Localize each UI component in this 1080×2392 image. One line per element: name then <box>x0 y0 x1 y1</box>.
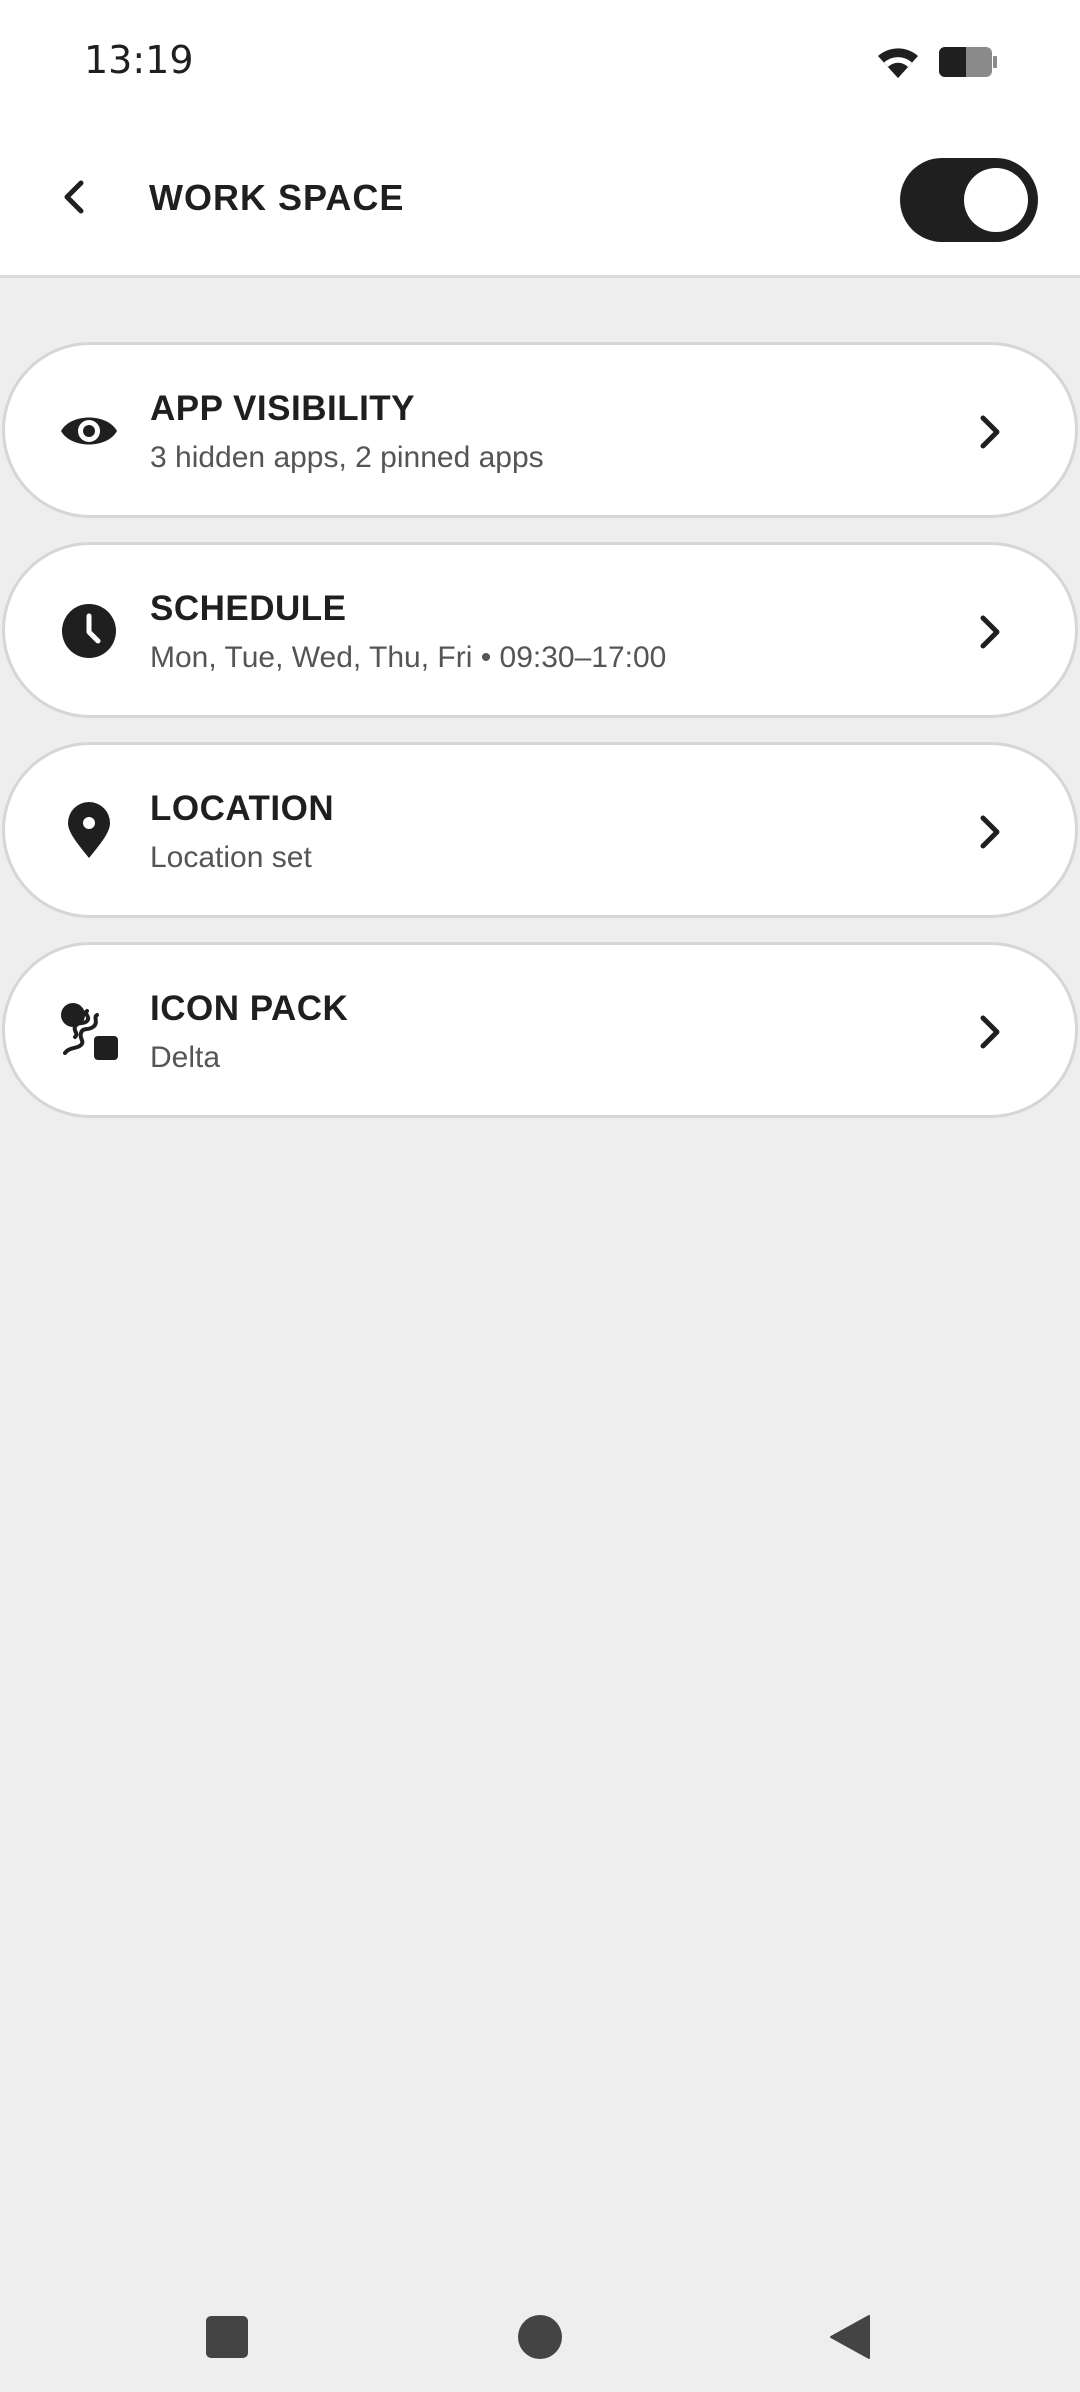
setting-location[interactable]: LOCATION Location set <box>2 742 1078 918</box>
location-pin-icon <box>57 799 121 863</box>
settings-list: APP VISIBILITY 3 hidden apps, 2 pinned a… <box>2 342 1078 1142</box>
triangle-back-icon <box>830 2315 870 2359</box>
back-button[interactable] <box>44 167 104 227</box>
setting-icon-pack[interactable]: ICON PACK Delta <box>2 942 1078 1118</box>
chevron-right-icon <box>965 807 1015 857</box>
eye-icon <box>57 399 121 463</box>
system-back-button[interactable] <box>815 2302 885 2372</box>
setting-title: SCHEDULE <box>150 589 347 628</box>
status-icons <box>876 44 998 85</box>
wifi-icon <box>876 44 920 85</box>
setting-subtitle: Delta <box>150 1041 221 1074</box>
workspace-toggle[interactable] <box>900 158 1038 242</box>
setting-subtitle: 3 hidden apps, 2 pinned apps <box>150 441 544 474</box>
clock-icon <box>57 599 121 663</box>
setting-title: ICON PACK <box>150 989 349 1028</box>
chevron-right-icon <box>965 607 1015 657</box>
page-title: WORK SPACE <box>149 177 405 218</box>
circle-icon <box>518 2315 562 2359</box>
setting-subtitle: Location set <box>150 841 312 874</box>
setting-app-visibility[interactable]: APP VISIBILITY 3 hidden apps, 2 pinned a… <box>2 342 1078 518</box>
setting-subtitle: Mon, Tue, Wed, Thu, Fri • 09:30–17:00 <box>150 641 667 674</box>
setting-title: LOCATION <box>150 789 335 828</box>
toggle-knob <box>964 168 1028 232</box>
recents-button[interactable] <box>192 2302 262 2372</box>
square-icon <box>206 2316 248 2358</box>
status-bar: 13:19 <box>0 0 1080 125</box>
system-nav-bar <box>0 2280 1080 2392</box>
chevron-right-icon <box>965 407 1015 457</box>
setting-title: APP VISIBILITY <box>150 389 416 428</box>
battery-icon <box>938 46 998 83</box>
setting-schedule[interactable]: SCHEDULE Mon, Tue, Wed, Thu, Fri • 09:30… <box>2 542 1078 718</box>
status-time: 13:19 <box>84 38 194 82</box>
chevron-right-icon <box>965 1007 1015 1057</box>
home-button[interactable] <box>505 2302 575 2372</box>
app-bar: WORK SPACE <box>0 125 1080 278</box>
chevron-left-icon <box>64 180 84 214</box>
icon-pack-icon <box>57 999 121 1063</box>
